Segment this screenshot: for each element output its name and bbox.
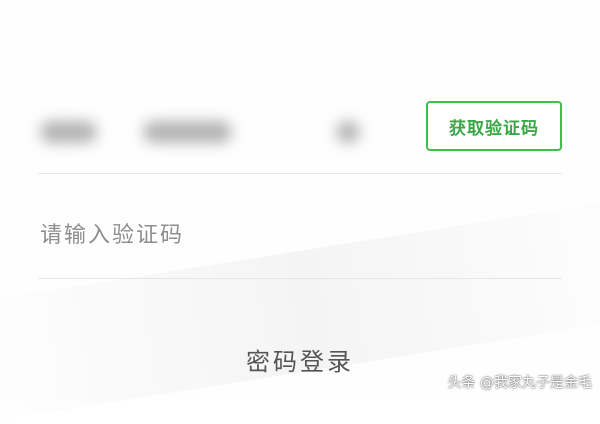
phone-number-blurred: [40, 114, 380, 150]
blurred-digits-1: [40, 121, 97, 143]
divider: [38, 173, 562, 174]
watermark: 头条 @我家丸子是金毛: [447, 375, 592, 391]
get-verification-code-button[interactable]: 获取验证码: [426, 101, 562, 151]
verification-code-input[interactable]: [38, 210, 462, 260]
divider: [38, 278, 562, 279]
blurred-digits-2: [142, 121, 232, 143]
login-screen: 获取验证码 密码登录 头条 @我家丸子是金毛: [0, 0, 600, 424]
phone-number-row: 获取验证码: [38, 96, 562, 174]
blurred-digits-3: [335, 121, 360, 143]
